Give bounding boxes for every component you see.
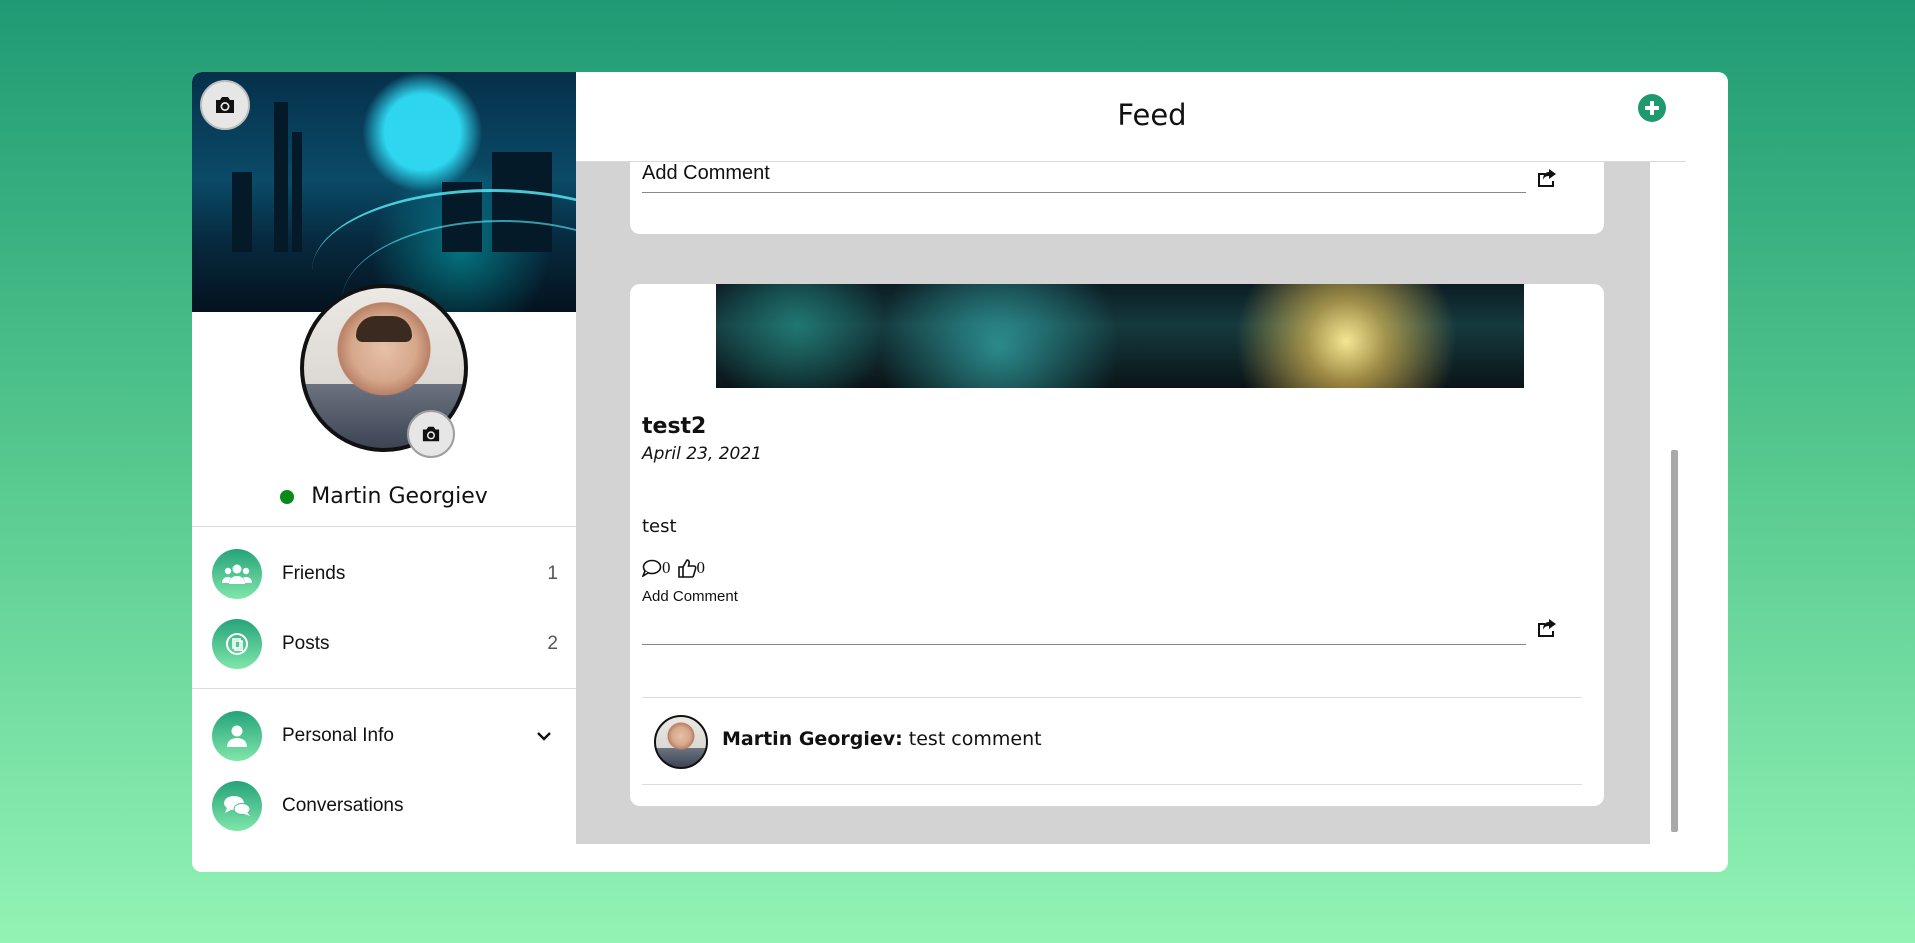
comment-input[interactable]: Add Comment <box>642 162 1526 193</box>
post-image <box>716 284 1524 388</box>
scrollbar-thumb[interactable] <box>1671 450 1678 832</box>
post-card: test2 April 23, 2021 test 0 0 Add Commen… <box>630 284 1604 806</box>
profile-name-row: Martin Georgiev <box>192 484 576 509</box>
scrollbar-track[interactable] <box>1650 162 1686 844</box>
comment-item: Martin Georgiev: test comment <box>642 697 1582 785</box>
user-name: Martin Georgiev <box>311 484 488 509</box>
change-cover-button[interactable] <box>200 80 250 130</box>
camera-icon <box>422 426 440 442</box>
sidebar-item-label: Friends <box>282 563 346 584</box>
comment-icon[interactable] <box>642 559 662 577</box>
divider <box>192 688 576 689</box>
likes-count: 0 <box>696 558 706 577</box>
friends-count: 1 <box>547 563 558 584</box>
sidebar-item-label: Posts <box>282 633 330 654</box>
sidebar-item-posts[interactable]: Posts 2 <box>212 618 558 670</box>
comment-input[interactable] <box>642 612 1526 645</box>
posts-count: 2 <box>547 633 558 654</box>
comments-count: 0 <box>662 558 671 577</box>
online-status-dot <box>280 489 295 504</box>
comment-text-row: Martin Georgiev: test comment <box>722 728 1042 750</box>
post-stats: 0 0 <box>642 558 705 578</box>
profile-sidebar: Martin Georgiev Friends 1 Posts 2 Person… <box>192 72 576 872</box>
comment-author: Martin Georgiev: <box>722 728 903 750</box>
posts-icon <box>212 619 262 669</box>
comment-avatar <box>654 715 708 769</box>
divider <box>192 526 576 527</box>
sidebar-item-label: Conversations <box>282 795 404 816</box>
like-icon[interactable] <box>677 558 697 578</box>
camera-icon <box>216 97 234 113</box>
post-body: test <box>642 516 677 537</box>
app-card: Martin Georgiev Friends 1 Posts 2 Person… <box>192 72 1728 872</box>
sidebar-item-personal-info[interactable]: Personal Info <box>212 710 558 762</box>
post-title: test2 <box>642 414 707 439</box>
add-comment-label: Add Comment <box>642 588 738 605</box>
user-icon <box>212 711 262 761</box>
conversations-icon <box>212 781 262 831</box>
post-card: Add Comment <box>630 162 1604 234</box>
feed-list[interactable]: Add Comment test2 April 23, 2021 test 0 … <box>576 162 1650 844</box>
comment-input-text: Add Comment <box>642 162 770 184</box>
post-date: April 23, 2021 <box>642 444 762 464</box>
share-icon[interactable] <box>1535 166 1559 190</box>
add-post-button[interactable] <box>1638 94 1666 122</box>
comment-text: test comment <box>908 728 1042 750</box>
sidebar-item-label: Personal Info <box>282 725 394 746</box>
feed-panel: Feed Add Comment test2 April 23, 2021 te… <box>576 72 1728 872</box>
change-avatar-button[interactable] <box>407 410 455 458</box>
page-title: Feed <box>1117 98 1187 132</box>
share-icon[interactable] <box>1535 616 1559 640</box>
sidebar-item-conversations[interactable]: Conversations <box>212 780 558 832</box>
chevron-down-icon[interactable] <box>536 731 552 741</box>
friends-icon <box>212 549 262 599</box>
plus-icon <box>1645 101 1659 115</box>
sidebar-item-friends[interactable]: Friends 1 <box>212 548 558 600</box>
